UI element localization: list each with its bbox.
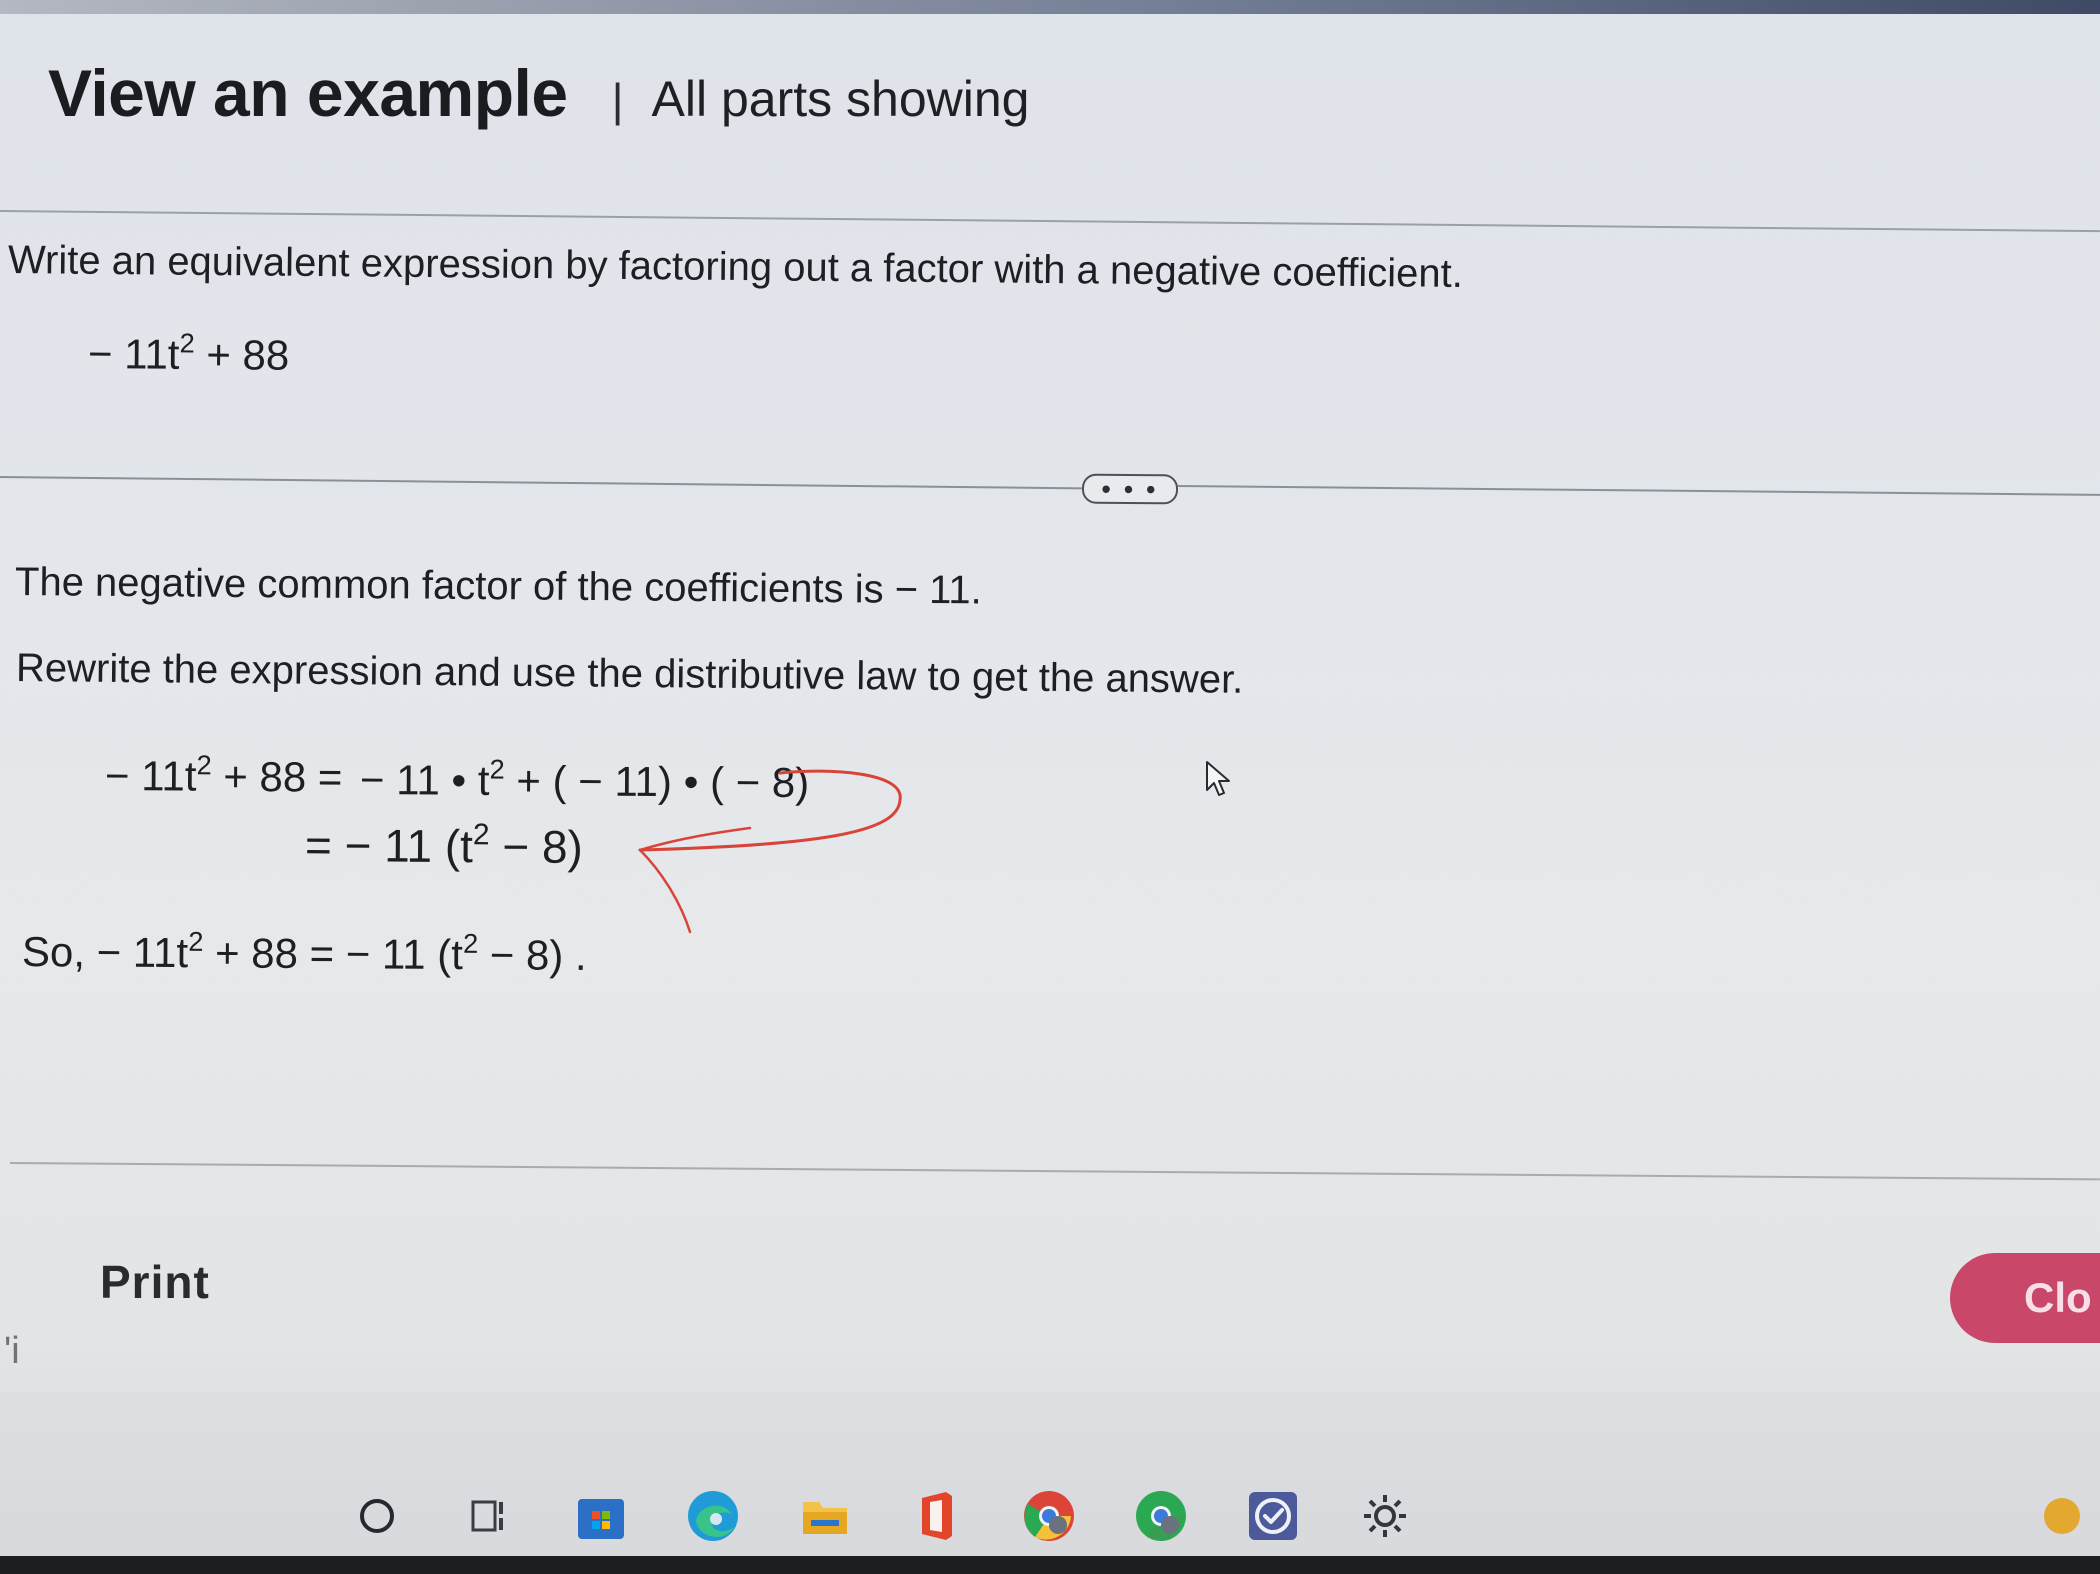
eq-part: + 88 = [211,752,343,801]
show-more-button[interactable]: • • • [1081,473,1179,505]
so-part: − 8) . [477,931,587,979]
eq-exponent: 2 [489,753,505,785]
header-subtitle: All parts showing [651,71,1030,127]
task-view-icon[interactable] [457,1484,521,1548]
eq-part: − 8) [489,820,584,873]
solution-step-1: The negative common factor of the coeffi… [14,560,982,613]
eq-part: = − 11 (t [304,819,474,873]
search-circle-icon[interactable] [345,1484,409,1548]
edge-browser-icon[interactable] [681,1484,745,1548]
office-icon[interactable] [905,1484,969,1548]
expr-part: − 11t [87,330,180,378]
divider-top [0,210,2100,233]
eq-exponent: 2 [472,818,490,852]
so-exponent: 2 [462,927,479,959]
eq-part: − 11t [104,752,197,800]
file-explorer-icon[interactable] [793,1484,857,1548]
chrome-profile-icon[interactable] [1129,1484,1193,1566]
header-separator: | [611,74,624,126]
divider-middle-left [0,476,1082,490]
expr-part: + 88 [194,330,290,379]
edge-text-fragment: 'i [4,1330,20,1372]
page-header: View an example | All parts showing [48,55,1030,131]
chrome-icon[interactable] [1017,1484,1081,1566]
page-title: View an example [48,56,568,130]
so-exponent: 2 [188,925,204,957]
mouse-cursor-icon [1206,761,1230,796]
handwritten-arrow-annotation [638,769,902,934]
top-window-strip [0,0,2100,14]
question-expression: − 11t2 + 88 [87,327,290,380]
taskbar-icons [345,1484,1465,1566]
equation-2: = − 11 (t2 − 8) [305,818,583,874]
store-icon[interactable] [569,1484,633,1566]
close-button[interactable]: Clo [1950,1253,2100,1343]
notification-dot-icon[interactable] [2044,1498,2080,1534]
so-part: + 88 = − 11 (t [203,929,464,979]
print-button[interactable]: Print [100,1255,210,1309]
question-instruction: Write an equivalent expression by factor… [7,238,1464,296]
solution-conclusion: So, − 11t2 + 88 = − 11 (t2 − 8) . [21,925,587,980]
divider-middle-right [1177,485,2100,496]
checkmark-app-icon[interactable] [1241,1484,1305,1548]
so-part: So, − 11t [21,928,189,977]
equation-1-left: − 11t2 + 88 = [104,749,343,802]
solution-step-2: Rewrite the expression and use the distr… [15,646,1244,702]
screen-bezel [0,1556,2100,1574]
expr-exponent: 2 [179,327,195,359]
eq-exponent: 2 [196,749,212,781]
settings-gear-icon[interactable] [1353,1484,1417,1566]
eq-part: − 11 • t [359,756,490,804]
divider-bottom [9,1162,2100,1181]
